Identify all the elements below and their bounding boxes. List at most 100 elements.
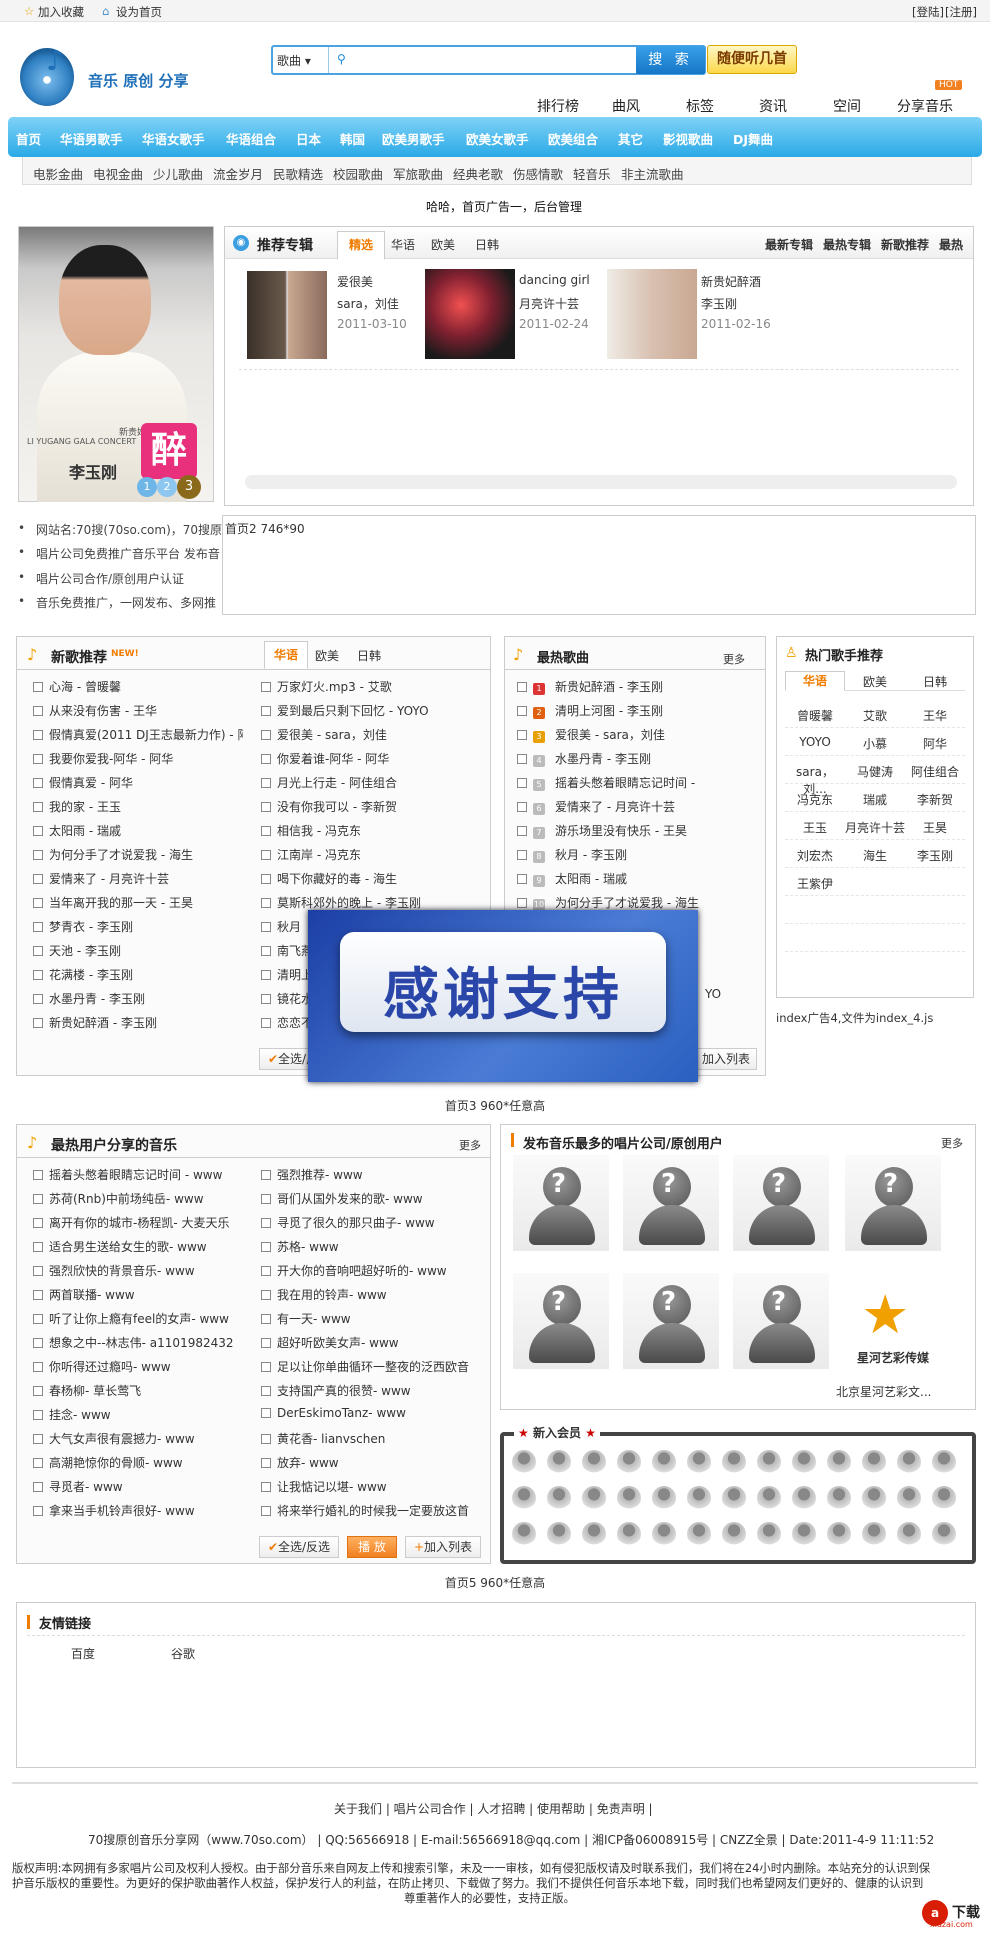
song-checkbox[interactable] [517,850,527,860]
song-title[interactable]: 为何分手了才说爱我 - 海生 [555,896,699,910]
nav-korea[interactable]: 韩国 [340,129,365,148]
song-checkbox[interactable] [261,1314,271,1324]
cat-golden[interactable]: 流金岁月 [213,164,263,183]
subnav-ranking[interactable]: 排行榜 [537,96,579,116]
member-avatar[interactable] [652,1522,676,1546]
song-checkbox[interactable] [33,706,43,716]
singer-tab-western[interactable]: 欧美 [845,673,905,690]
member-avatar[interactable] [757,1450,781,1474]
song-checkbox[interactable] [33,682,43,692]
song-checkbox[interactable] [261,1170,271,1180]
member-avatar[interactable] [792,1450,816,1474]
rec-tab-western[interactable]: 欧美 [431,236,455,253]
song-checkbox[interactable] [33,1482,43,1492]
song-row[interactable]: 两首联播- www [33,1286,251,1303]
hot-song-row[interactable]: 5 摇着头憋着眼睛忘记时间 - [517,774,757,791]
song-row[interactable]: 黄花香- lianvschen [261,1430,483,1447]
song-title[interactable]: 两首联播- www [49,1288,135,1302]
rec-link-newest[interactable]: 最新专辑 [765,236,813,253]
cat-tv[interactable]: 电视金曲 [93,164,143,183]
cat-folk[interactable]: 民歌精选 [273,164,323,183]
shared-select-all-button[interactable]: ✔全选/反选 [259,1536,339,1558]
login-link[interactable]: [登陆] [912,4,944,20]
song-checkbox[interactable] [517,706,527,716]
rec-link-hot[interactable]: 最热 [939,236,963,253]
member-avatar[interactable] [617,1450,641,1474]
song-title[interactable]: 秋月 [277,920,301,934]
nav-home[interactable]: 首页 [16,129,41,148]
member-avatar[interactable] [547,1486,571,1510]
song-row[interactable]: 让我惦记以堪- www [261,1478,483,1495]
song-title[interactable]: 让我惦记以堪- www [277,1480,387,1494]
song-title[interactable]: 游乐场里没有快乐 - 王昊 [555,824,687,838]
song-title[interactable]: 挂念- www [49,1408,111,1422]
member-avatar[interactable] [652,1486,676,1510]
song-checkbox[interactable] [33,1434,43,1444]
song-row[interactable]: 水墨丹青 - 李玉刚 [33,990,243,1007]
new-tab-chinese[interactable]: 华语 [264,641,308,669]
song-title[interactable]: 足以让你单曲循环一整夜的泛西欧音 [277,1360,469,1374]
cat-campus[interactable]: 校园歌曲 [333,164,383,183]
nav-west-male[interactable]: 欧美男歌手 [382,129,445,148]
song-row[interactable]: 足以让你单曲循环一整夜的泛西欧音 [261,1358,483,1375]
song-title[interactable]: 春杨柳- 草长莺飞 [49,1384,141,1398]
member-avatar[interactable] [792,1522,816,1546]
singer-name[interactable]: 月亮许十芸 [845,819,905,836]
song-checkbox[interactable] [33,1314,43,1324]
song-checkbox[interactable] [261,1482,271,1492]
song-checkbox[interactable] [33,1338,43,1348]
song-title[interactable]: 相信我 - 冯克东 [277,824,361,838]
rec-tab-jk[interactable]: 日韩 [475,236,499,253]
member-avatar[interactable] [862,1522,886,1546]
member-avatar[interactable] [827,1450,851,1474]
song-title[interactable]: 你爱着谁-阿华 - 阿华 [277,752,389,766]
member-avatar[interactable] [827,1486,851,1510]
label-avatar[interactable]: ? [845,1155,941,1251]
singer-name[interactable]: 马健涛 [845,763,905,780]
song-row[interactable]: 太阳雨 - 瑞戚 [33,822,243,839]
rec-link-hottest[interactable]: 最热专辑 [823,236,871,253]
song-row[interactable]: 你听得还过瘾吗- www [33,1358,251,1375]
song-row[interactable]: 开大你的音响吧超好听的- www [261,1262,483,1279]
star-media-caption[interactable]: 北京星河艺彩文... [836,1383,931,1400]
song-checkbox[interactable] [261,1458,271,1468]
song-checkbox[interactable] [261,1194,271,1204]
member-avatar[interactable] [722,1450,746,1474]
song-title[interactable]: 当年离开我的那一天 - 王昊 [49,896,193,910]
song-checkbox[interactable] [517,730,527,740]
song-checkbox[interactable] [33,850,43,860]
song-row[interactable]: 苏格- www [261,1238,483,1255]
song-checkbox[interactable] [33,778,43,788]
logo-text[interactable]: 音乐 原创 分享 [88,70,188,91]
song-title[interactable]: 万家灯火.mp3 - 艾歌 [277,680,392,694]
singer-name[interactable]: 曾暖馨 [785,707,845,724]
song-row[interactable]: 超好听欧美女声- www [261,1334,483,1351]
song-title[interactable]: 摇着头憋着眼睛忘记时间 - www [49,1168,222,1182]
ad-3[interactable]: 首页3 960*任意高 [0,1097,990,1114]
song-title[interactable]: 想象之中--林志伟- a1101982432 [49,1336,234,1350]
member-avatar[interactable] [932,1486,956,1510]
singer-name[interactable]: 瑞戚 [845,791,905,808]
song-row[interactable]: 花满楼 - 李玉刚 [33,966,243,983]
song-checkbox[interactable] [33,922,43,932]
singer-name[interactable]: 王华 [905,707,965,724]
song-checkbox[interactable] [261,1408,271,1418]
song-checkbox[interactable] [261,1386,271,1396]
song-checkbox[interactable] [261,1018,271,1028]
song-title[interactable]: 适合男生送给女生的歌- www [49,1240,207,1254]
footer-nav[interactable]: 关于我们 | 唱片公司合作 | 人才招聘 | 使用帮助 | 免责声明 | [334,1800,653,1817]
song-title[interactable]: 寻觅了很久的那只曲子- www [277,1216,435,1230]
search-button[interactable]: 搜 索 [636,46,705,74]
song-checkbox[interactable] [261,1266,271,1276]
song-checkbox[interactable] [261,754,271,764]
song-checkbox[interactable] [261,778,271,788]
song-title[interactable]: 梦青衣 - 李玉刚 [49,920,133,934]
song-title[interactable]: 爱情来了 - 月亮许十芸 [49,872,169,886]
song-checkbox[interactable] [33,826,43,836]
song-row[interactable]: 江南岸 - 冯克东 [261,846,483,863]
cat-classic[interactable]: 经典老歌 [453,164,503,183]
singer-name[interactable]: 王紫伊 [785,875,845,892]
member-avatar[interactable] [547,1522,571,1546]
song-row[interactable]: 喝下你藏好的毒 - 海生 [261,870,483,887]
song-title[interactable]: 离开有你的城市-杨程凯- 大麦天乐 [49,1216,229,1230]
